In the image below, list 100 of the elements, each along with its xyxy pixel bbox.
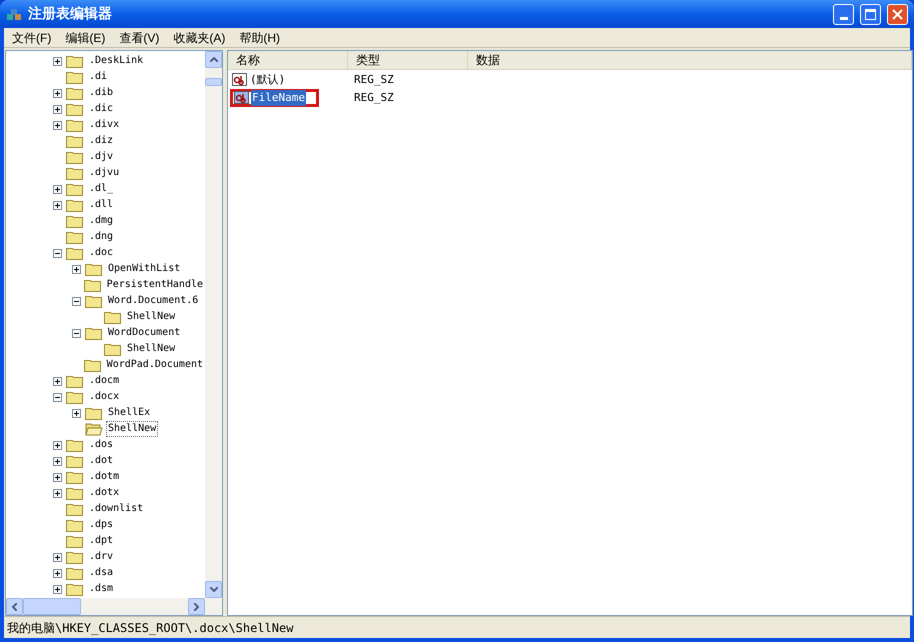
close-icon xyxy=(892,8,903,20)
value-name[interactable]: FileName xyxy=(251,90,306,106)
tree-item[interactable]: Word.Document.6 xyxy=(106,293,200,309)
folder-icon xyxy=(66,374,84,388)
close-button[interactable] xyxy=(887,4,908,24)
expand-icon[interactable] xyxy=(53,568,62,578)
expand-icon[interactable] xyxy=(72,264,81,274)
vertical-scrollbar[interactable] xyxy=(205,51,222,598)
tree-item[interactable]: .dotm xyxy=(87,469,122,485)
maximize-button[interactable] xyxy=(860,4,881,24)
folder-icon xyxy=(66,534,84,548)
tree-item[interactable]: .diz xyxy=(87,133,116,149)
tree-item[interactable]: .drv xyxy=(87,549,116,565)
folder-icon xyxy=(84,278,102,292)
folder-icon xyxy=(84,358,102,372)
tree-item[interactable]: WordDocument xyxy=(106,325,182,341)
tree-item[interactable]: .dib xyxy=(87,85,116,101)
tree-item[interactable]: .dot xyxy=(87,453,116,469)
tree-item[interactable]: .dic xyxy=(87,101,116,117)
folder-icon xyxy=(85,326,103,340)
tree-item[interactable]: .dotx xyxy=(87,485,122,501)
tree-item[interactable]: .dsm xyxy=(87,581,116,597)
folder-icon xyxy=(66,198,84,212)
minimize-button[interactable] xyxy=(833,4,854,24)
column-header[interactable]: 名称 xyxy=(228,51,348,69)
expand-icon[interactable] xyxy=(53,488,62,498)
tree-item[interactable]: ShellNew xyxy=(125,309,178,325)
tree-item[interactable]: WordPad.Document xyxy=(104,357,205,373)
tree-item[interactable]: ShellNew xyxy=(125,341,178,357)
expand-icon[interactable] xyxy=(53,552,62,562)
tree-item[interactable]: .djvu xyxy=(87,165,122,181)
expand-icon[interactable] xyxy=(53,88,62,98)
folder-icon xyxy=(66,230,84,244)
menu-item[interactable]: 文件(F) xyxy=(6,28,58,46)
folder-icon xyxy=(66,550,84,564)
tree-item[interactable]: PersistentHandle xyxy=(104,277,205,293)
collapse-icon[interactable] xyxy=(72,296,81,306)
menu-item[interactable]: 查看(V) xyxy=(113,28,166,46)
expand-icon[interactable] xyxy=(53,104,62,114)
value-type: REG_SZ xyxy=(353,90,394,106)
window-title: 注册表编辑器 xyxy=(28,4,112,24)
tree-item[interactable]: .divx xyxy=(87,117,122,133)
tree-item[interactable]: .docm xyxy=(87,373,122,389)
scroll-thumb[interactable] xyxy=(23,598,81,615)
expand-icon[interactable] xyxy=(53,184,62,194)
scroll-left-button[interactable] xyxy=(6,598,23,615)
tree-item[interactable]: .DeskLink xyxy=(87,53,146,69)
scroll-up-button[interactable] xyxy=(205,51,222,68)
collapse-icon[interactable] xyxy=(53,248,62,258)
scroll-right-button[interactable] xyxy=(188,598,205,615)
tree-item[interactable]: .dsa xyxy=(87,565,116,581)
tree-item[interactable]: .dpt xyxy=(87,533,116,549)
folder-icon xyxy=(66,118,84,132)
folder-icon xyxy=(66,566,84,580)
tree-item[interactable]: OpenWithList xyxy=(106,261,182,277)
expand-icon[interactable] xyxy=(53,120,62,130)
folder-icon xyxy=(66,70,84,84)
tree-item[interactable]: ShellEx xyxy=(106,405,152,421)
menu-item[interactable]: 帮助(H) xyxy=(233,28,286,46)
column-header[interactable]: 类型 xyxy=(348,51,468,69)
expand-icon[interactable] xyxy=(53,472,62,482)
scroll-down-button[interactable] xyxy=(205,581,222,598)
tree-item[interactable]: .dps xyxy=(87,517,116,533)
folder-icon xyxy=(66,438,84,452)
tree-item[interactable]: ShellNew xyxy=(106,421,158,437)
folder-icon xyxy=(66,166,84,180)
tree-item[interactable]: .downlist xyxy=(87,501,146,517)
folder-icon xyxy=(66,134,84,148)
folder-icon xyxy=(104,342,122,356)
folder-icon xyxy=(66,470,84,484)
collapse-icon[interactable] xyxy=(72,328,81,338)
column-header[interactable]: 数据 xyxy=(468,51,912,69)
tree-item[interactable]: .dmg xyxy=(87,213,116,229)
menu-item[interactable]: 收藏夹(A) xyxy=(167,28,232,46)
tree-item[interactable]: .di xyxy=(87,69,110,85)
tree-item[interactable]: .docx xyxy=(87,389,122,405)
expand-icon[interactable] xyxy=(53,200,62,210)
tree-item[interactable]: .doc xyxy=(87,245,116,261)
tree-item[interactable]: .dll xyxy=(87,197,116,213)
menu-item[interactable]: 编辑(E) xyxy=(59,28,112,46)
tree-item[interactable]: .dl_ xyxy=(87,181,116,197)
scroll-thumb[interactable] xyxy=(205,78,222,86)
expand-icon[interactable] xyxy=(72,408,81,418)
tree-item[interactable]: .dos xyxy=(87,437,116,453)
tree-item[interactable]: .djv xyxy=(87,149,116,165)
collapse-icon[interactable] xyxy=(53,392,62,402)
tree-item[interactable]: .dng xyxy=(87,229,116,245)
expand-icon[interactable] xyxy=(53,584,62,594)
horizontal-scrollbar[interactable] xyxy=(6,598,222,615)
expand-icon[interactable] xyxy=(53,456,62,466)
folder-icon xyxy=(66,518,84,532)
folder-icon xyxy=(66,502,84,516)
expand-icon[interactable] xyxy=(53,440,62,450)
expand-icon[interactable] xyxy=(53,56,62,66)
expand-icon[interactable] xyxy=(53,376,62,386)
value-name[interactable]: (默认) xyxy=(249,72,286,88)
folder-icon xyxy=(66,86,84,100)
folder-icon xyxy=(104,310,122,324)
folder-icon xyxy=(66,486,84,500)
open-folder-icon xyxy=(85,422,103,436)
